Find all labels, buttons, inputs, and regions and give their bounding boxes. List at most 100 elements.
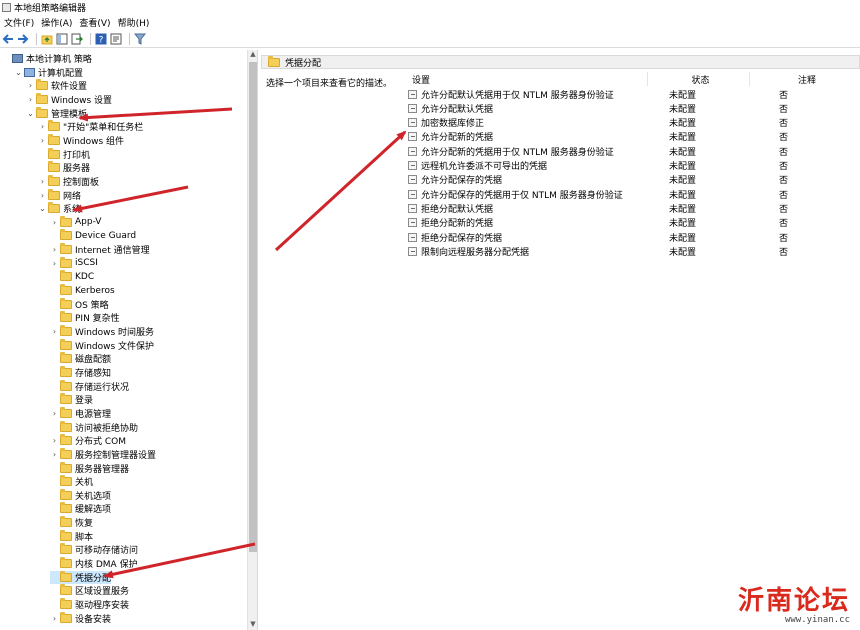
tree-item[interactable]: KDC	[50, 270, 94, 283]
tree-item[interactable]: 服务器	[38, 161, 90, 174]
tree-item[interactable]: 服务器管理器	[50, 461, 129, 475]
folder-up-icon[interactable]	[41, 33, 53, 45]
tree-item[interactable]: › 控制面板	[38, 174, 99, 188]
policy-note: 否	[779, 147, 789, 158]
policy-setting-icon	[408, 118, 417, 128]
chevron-right-icon[interactable]: ›	[50, 614, 59, 623]
forward-arrow-icon[interactable]	[17, 33, 29, 45]
tree-item[interactable]: ⌄ 管理模板	[26, 106, 87, 120]
tree-item-selected[interactable]: 凭据分配	[50, 570, 112, 584]
tree-item[interactable]: ⌄ 系统	[38, 202, 81, 215]
properties-icon[interactable]	[110, 33, 122, 45]
tree-item[interactable]: › 网络	[38, 188, 81, 202]
policy-row[interactable]: 允许分配默认凭据用于仅 NTLM 服务器身份验证 未配置 否	[408, 87, 858, 101]
filter-icon[interactable]	[134, 33, 146, 45]
chevron-right-icon[interactable]: ›	[50, 436, 59, 445]
policy-row[interactable]: 远程机允许委派不可导出的凭据 未配置 否	[408, 159, 858, 173]
tree-item[interactable]: 关机选项	[50, 488, 111, 502]
tree-item[interactable]: › Internet 通信管理	[50, 243, 150, 256]
tree-item[interactable]: 存储运行状况	[50, 379, 129, 393]
tree-item[interactable]: 本地计算机 策略	[2, 52, 92, 65]
chevron-right-icon[interactable]: ›	[50, 245, 59, 254]
chevron-down-icon[interactable]: ⌄	[14, 68, 23, 77]
tree-item-label: 凭据分配	[75, 573, 112, 584]
tree-item[interactable]: 脚本	[50, 529, 93, 543]
chevron-right-icon[interactable]: ›	[50, 450, 59, 459]
tree-item[interactable]: › "开始"菜单和任务栏	[38, 120, 143, 133]
chevron-right-icon[interactable]: ›	[50, 259, 59, 268]
tree-item-label: 本地计算机 策略	[26, 55, 92, 65]
column-setting[interactable]: 设置	[408, 72, 648, 86]
policy-row[interactable]: 允许分配保存的凭据用于仅 NTLM 服务器身份验证 未配置 否	[408, 187, 858, 201]
tree-item[interactable]: › App-V	[50, 215, 101, 229]
chevron-right-icon[interactable]: ›	[50, 218, 59, 227]
export-icon[interactable]	[71, 33, 83, 45]
tree-item[interactable]: 访问被拒绝协助	[50, 420, 138, 434]
chevron-right-icon[interactable]: ›	[50, 409, 59, 418]
tree-item[interactable]: 关机	[50, 475, 93, 488]
chevron-right-icon[interactable]: ›	[26, 95, 35, 104]
tree-item[interactable]: 打印机	[38, 147, 90, 161]
chevron-down-icon[interactable]: ⌄	[26, 109, 35, 118]
tree-item[interactable]: Windows 文件保护	[50, 338, 154, 352]
scroll-down-icon[interactable]: ▼	[248, 620, 258, 630]
tree-item[interactable]: 可移动存储访问	[50, 543, 138, 556]
column-state[interactable]: 状态	[648, 72, 750, 86]
tree-item-label: Kerberos	[75, 285, 115, 296]
policy-note: 否	[779, 104, 789, 115]
tree-item[interactable]: 驱动程序安装	[50, 598, 129, 611]
tree-item[interactable]: 登录	[50, 393, 93, 406]
chevron-right-icon[interactable]: ›	[38, 177, 47, 186]
policy-row[interactable]: 允许分配新的凭据用于仅 NTLM 服务器身份验证 未配置 否	[408, 144, 858, 158]
policy-row[interactable]: 加密数据库修正 未配置 否	[408, 116, 858, 130]
policy-row[interactable]: 拒绝分配默认凭据 未配置 否	[408, 201, 858, 215]
menu-view[interactable]: 查看(V)	[77, 16, 115, 29]
tree-item[interactable]: OS 策略	[50, 297, 109, 311]
policy-row[interactable]: 拒绝分配保存的凭据 未配置 否	[408, 230, 858, 244]
tree-item[interactable]: › iSCSI	[50, 256, 98, 270]
menu-help[interactable]: 帮助(H)	[116, 16, 155, 29]
tree-item[interactable]: Device Guard	[50, 229, 136, 242]
column-note[interactable]: 注释	[750, 72, 860, 86]
tree-item-label: 区域设置服务	[75, 587, 130, 598]
tree-item[interactable]: › 电源管理	[50, 406, 111, 420]
policy-row[interactable]: 拒绝分配新的凭据 未配置 否	[408, 216, 858, 230]
tree-item[interactable]: › Windows 时间服务	[50, 325, 154, 338]
tree-scrollbar[interactable]: ▲ ▼	[247, 50, 257, 630]
tree-item[interactable]: › 服务控制管理器设置	[50, 447, 156, 461]
folder-icon	[60, 598, 72, 609]
tree-item[interactable]: 存储感知	[50, 365, 111, 379]
tree-item[interactable]: 磁盘配额	[50, 352, 111, 365]
tree-item[interactable]: 恢复	[50, 516, 93, 529]
chevron-right-icon[interactable]: ›	[38, 191, 47, 200]
tree-item[interactable]: › Windows 设置	[26, 92, 112, 106]
tree-item[interactable]: 区域设置服务	[50, 584, 129, 597]
tree-item[interactable]: Kerberos	[50, 284, 115, 297]
tree-item[interactable]: ⌄ 计算机配置	[14, 66, 83, 79]
tree-item[interactable]: 缓解选项	[50, 502, 111, 515]
chevron-right-icon[interactable]: ›	[38, 122, 47, 131]
policy-note: 否	[779, 233, 789, 244]
tree-item[interactable]: › 设备安装	[50, 611, 111, 625]
show-hide-tree-icon[interactable]	[56, 33, 68, 45]
tree-item[interactable]: › 分布式 COM	[50, 434, 126, 447]
scroll-up-icon[interactable]: ▲	[248, 50, 258, 60]
tree-item[interactable]: 内核 DMA 保护	[50, 557, 138, 570]
chevron-right-icon[interactable]: ›	[50, 327, 59, 336]
chevron-right-icon[interactable]: ›	[38, 136, 47, 145]
chevron-right-icon[interactable]: ›	[26, 81, 35, 90]
back-arrow-icon[interactable]	[2, 33, 14, 45]
tree-item-label: 可移动存储访问	[75, 546, 139, 557]
tree-item[interactable]: › 软件设置	[26, 79, 87, 92]
policy-row[interactable]: 允许分配默认凭据 未配置 否	[408, 101, 858, 115]
menu-file[interactable]: 文件(F)	[2, 16, 39, 29]
scroll-thumb[interactable]	[249, 62, 257, 552]
menu-action[interactable]: 操作(A)	[39, 16, 77, 29]
tree-item[interactable]: PIN 复杂性	[50, 311, 120, 324]
policy-row[interactable]: 允许分配新的凭据 未配置 否	[408, 130, 858, 144]
policy-row[interactable]: 限制向远程服务器分配凭据 未配置 否	[408, 244, 858, 258]
help-icon[interactable]: ?	[95, 33, 107, 45]
chevron-down-icon[interactable]: ⌄	[38, 204, 47, 213]
policy-row[interactable]: 允许分配保存的凭据 未配置 否	[408, 173, 858, 187]
tree-item[interactable]: › Windows 组件	[38, 133, 124, 147]
